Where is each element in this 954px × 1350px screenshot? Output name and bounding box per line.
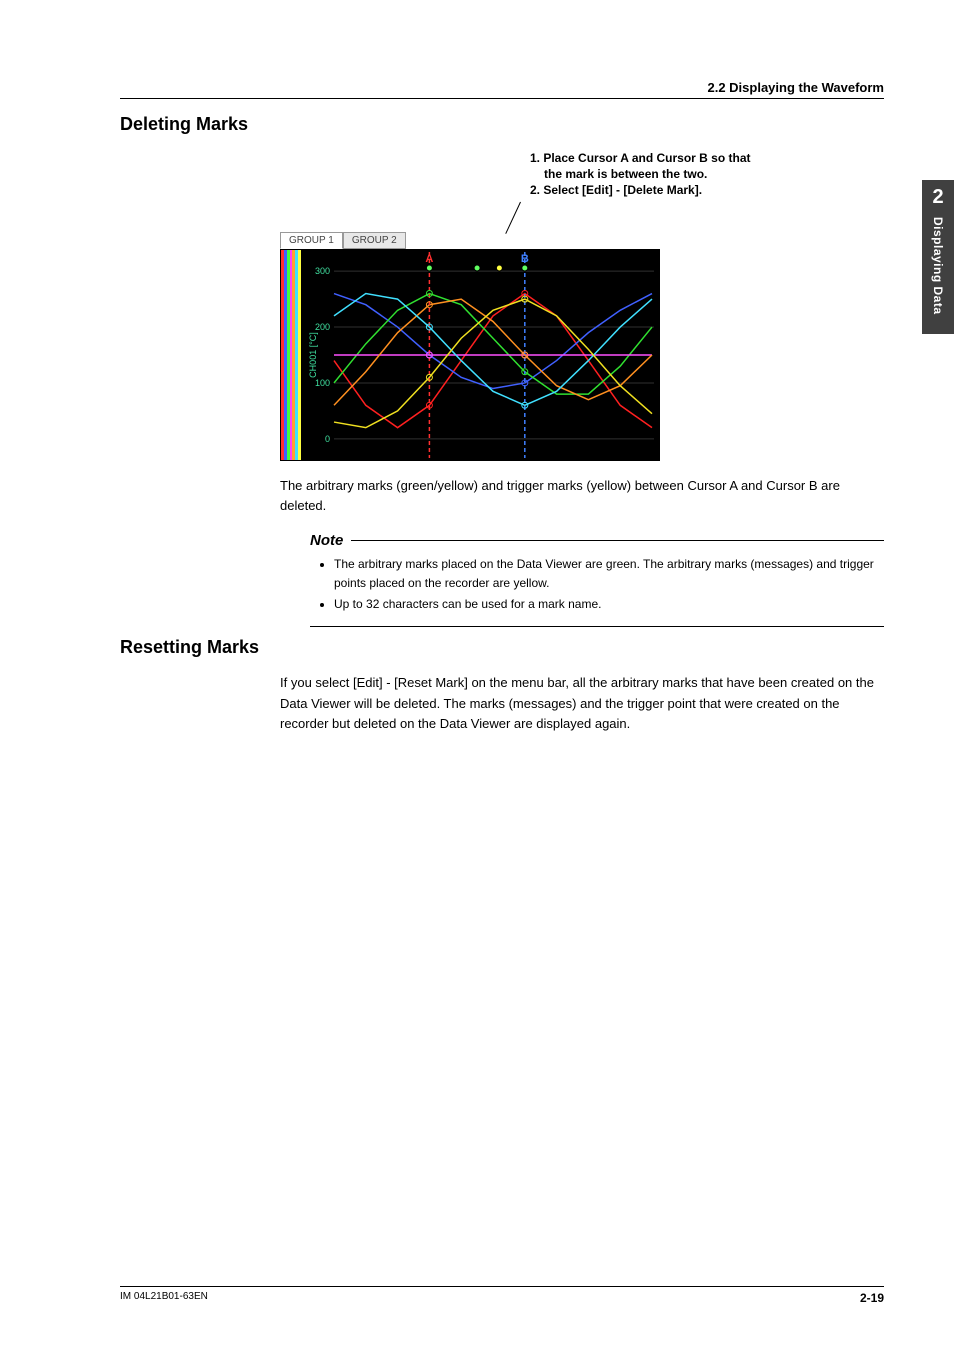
heading-resetting-marks: Resetting Marks: [120, 637, 884, 658]
note-item: The arbitrary marks placed on the Data V…: [334, 555, 884, 593]
instruction-callout: 1. Place Cursor A and Cursor B so that t…: [530, 150, 884, 199]
resetting-body-text: If you select [Edit] - [Reset Mark] on t…: [280, 673, 884, 733]
waveform-svg: 300 200 100 0 CH001 [°C] A B: [306, 250, 659, 460]
channel-color-bar: [281, 250, 301, 460]
note-list: The arbitrary marks placed on the Data V…: [310, 555, 884, 615]
page-footer: IM 04L21B01-63EN 2-19: [120, 1286, 884, 1305]
deleting-body-text: The arbitrary marks (green/yellow) and t…: [280, 476, 884, 516]
tab-group2[interactable]: GROUP 2: [343, 232, 406, 249]
svg-text:300: 300: [315, 266, 330, 276]
svg-text:CH001 [°C]: CH001 [°C]: [308, 332, 318, 378]
note-rule: [351, 540, 884, 541]
instruction-line1b: the mark is between the two.: [530, 166, 707, 182]
svg-text:0: 0: [325, 433, 330, 443]
instruction-line2: 2. Select [Edit] - [Delete Mark].: [530, 183, 702, 197]
heading-deleting-marks: Deleting Marks: [120, 114, 884, 135]
instruction-line1: 1. Place Cursor A and Cursor B so that: [530, 151, 751, 165]
footer-page-number: 2-19: [860, 1291, 884, 1305]
note-item: Up to 32 characters can be used for a ma…: [334, 595, 884, 614]
thumb-tab-number: 2: [922, 186, 954, 209]
svg-text:200: 200: [315, 322, 330, 332]
note-title: Note: [310, 532, 343, 549]
thumb-tab: 2 Displaying Data: [922, 180, 954, 334]
svg-text:A: A: [425, 253, 433, 265]
note-block: Note The arbitrary marks placed on the D…: [310, 532, 884, 628]
thumb-tab-label: Displaying Data: [931, 217, 945, 315]
footer-doc-id: IM 04L21B01-63EN: [120, 1291, 208, 1305]
plot-area: 300 200 100 0 CH001 [°C] A B: [280, 249, 660, 461]
waveform-screenshot: GROUP 1 GROUP 2 300 200 100 0 CH001 [°C] A B: [280, 207, 660, 462]
tab-group1[interactable]: GROUP 1: [280, 232, 343, 249]
svg-text:100: 100: [315, 378, 330, 388]
callout-leader-line: [505, 201, 521, 233]
running-header: 2.2 Displaying the Waveform: [120, 80, 884, 99]
group-tabs: GROUP 1 GROUP 2: [280, 232, 406, 249]
svg-text:B: B: [521, 253, 529, 265]
